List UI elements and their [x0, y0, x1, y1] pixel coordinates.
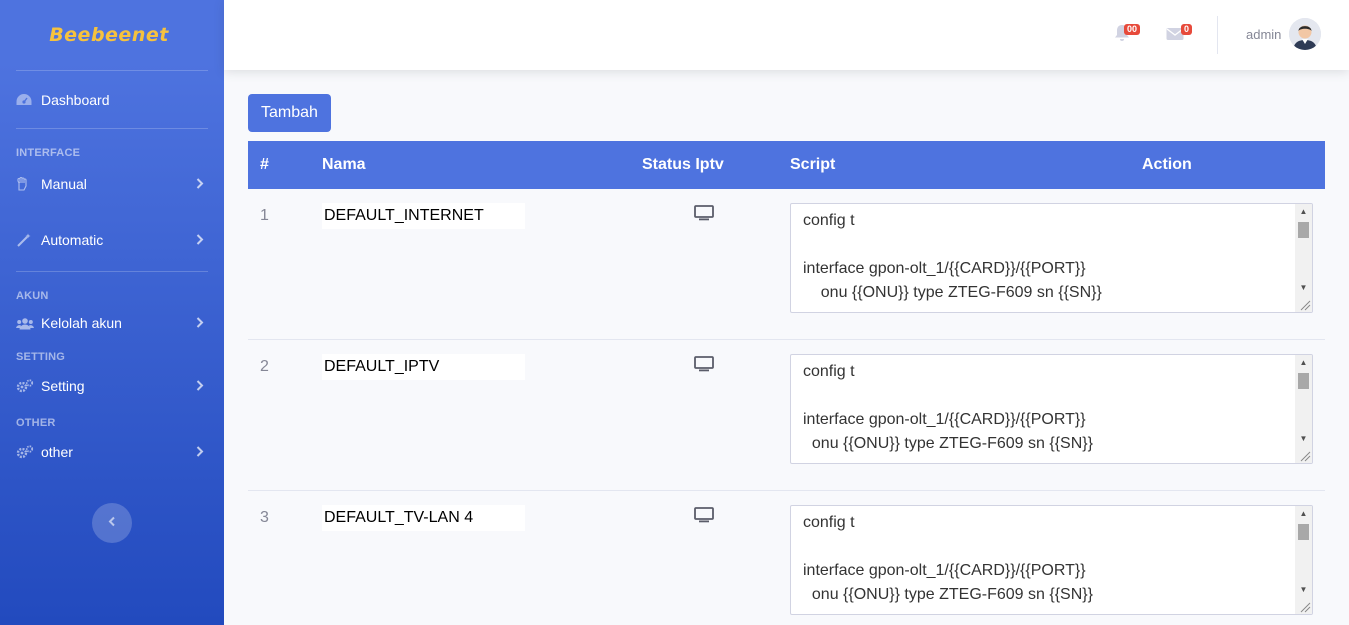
scrollbar[interactable]: ▲ ▼ [1295, 204, 1312, 312]
user-menu[interactable]: admin [1246, 18, 1322, 50]
scrollbar[interactable]: ▲ ▼ [1295, 355, 1312, 463]
sidebar-item-label: Kelolah akun [41, 315, 122, 331]
chevron-right-icon [196, 315, 204, 331]
sidebar-divider [16, 271, 208, 272]
row-number: 3 [260, 509, 269, 526]
sidebar-item-other[interactable]: other [0, 429, 224, 475]
sidebar-item-kelolah-akun[interactable]: Kelolah akun [0, 302, 224, 344]
script-textarea[interactable]: config t interface gpon-olt_1/{{CARD}}/{… [790, 354, 1313, 464]
chevron-right-icon [196, 176, 204, 192]
sidebar-item-label: Manual [41, 176, 87, 192]
column-header-status-iptv: Status Iptv [642, 156, 724, 173]
alerts-count-badge: 00 [1124, 24, 1141, 35]
tv-icon [694, 507, 714, 528]
sidebar-item-automatic[interactable]: Automatic [0, 209, 224, 271]
scrollbar-thumb[interactable] [1298, 222, 1309, 238]
chevron-right-icon [196, 444, 204, 460]
nama-input[interactable] [322, 354, 525, 380]
script-textarea[interactable]: config t interface gpon-olt_1/{{CARD}}/{… [790, 505, 1313, 615]
tv-icon [694, 356, 714, 377]
table-header: # Nama Status Iptv Script Action [248, 141, 1325, 189]
sidebar-item-setting[interactable]: Setting [0, 363, 224, 409]
script-text[interactable]: config t interface gpon-olt_1/{{CARD}}/{… [803, 209, 1294, 305]
alerts-button[interactable]: 00 [1114, 24, 1141, 47]
column-header-script: Script [790, 156, 836, 173]
column-header-action: Action [1142, 156, 1192, 173]
script-text[interactable]: config t interface gpon-olt_1/{{CARD}}/{… [803, 360, 1294, 456]
scrollbar-thumb[interactable] [1298, 524, 1309, 540]
chevron-right-icon [196, 378, 204, 394]
scroll-up-icon[interactable]: ▲ [1299, 358, 1308, 367]
table-row: 1 config t interface gpon-olt_1/{{CARD}}… [248, 189, 1325, 340]
messages-count-badge: 0 [1181, 24, 1193, 35]
sidebar-heading-interface: INTERFACE [16, 147, 81, 159]
scrollbar-thumb[interactable] [1298, 373, 1309, 389]
sidebar-heading-setting: SETTING [16, 351, 66, 363]
scroll-down-icon[interactable]: ▼ [1299, 283, 1308, 292]
hand-icon [16, 177, 36, 191]
resize-grip-icon[interactable] [1299, 450, 1311, 462]
sidebar-item-dashboard[interactable]: Dashboard [0, 71, 224, 128]
table-row: 2 config t interface gpon-olt_1/{{CARD}}… [248, 340, 1325, 491]
scroll-up-icon[interactable]: ▲ [1299, 207, 1308, 216]
script-table: # Nama Status Iptv Script Action 1 confi… [248, 141, 1325, 625]
sidebar-item-label: Dashboard [41, 91, 110, 108]
user-name: admin [1246, 26, 1282, 42]
tachometer-icon [16, 93, 36, 107]
add-button[interactable]: Tambah [248, 94, 331, 132]
sidebar-divider [16, 128, 208, 129]
scroll-up-icon[interactable]: ▲ [1299, 509, 1308, 518]
scroll-down-icon[interactable]: ▼ [1299, 585, 1308, 594]
chevron-right-icon [196, 232, 204, 248]
brand[interactable]: Beebeenet [0, 0, 224, 70]
row-number: 2 [260, 358, 269, 375]
sidebar-heading-akun: AKUN [16, 290, 49, 302]
scroll-down-icon[interactable]: ▼ [1299, 434, 1308, 443]
users-icon [16, 317, 36, 330]
sidebar: Beebeenet Dashboard INTERFACE Manual Aut… [0, 0, 224, 625]
script-text[interactable]: config t interface gpon-olt_1/{{CARD}}/{… [803, 511, 1294, 607]
cogs-icon [16, 379, 36, 393]
sidebar-item-label: other [41, 444, 73, 460]
column-header-number: # [260, 156, 269, 173]
sidebar-heading-other: OTHER [16, 417, 56, 429]
nama-input[interactable] [322, 505, 525, 531]
sidebar-item-label: Automatic [41, 232, 104, 248]
topbar-divider [1217, 16, 1218, 54]
avatar [1289, 18, 1322, 50]
table-row: 3 config t interface gpon-olt_1/{{CARD}}… [248, 491, 1325, 625]
resize-grip-icon[interactable] [1299, 299, 1311, 311]
chevron-left-icon [108, 514, 116, 532]
brand-logo-text[interactable]: Beebeenet [49, 24, 169, 46]
tv-icon [694, 205, 714, 226]
magic-wand-icon [16, 233, 36, 247]
scrollbar[interactable]: ▲ ▼ [1295, 506, 1312, 614]
script-textarea[interactable]: config t interface gpon-olt_1/{{CARD}}/{… [790, 203, 1313, 313]
messages-button[interactable]: 0 [1166, 24, 1193, 46]
cogs-icon [16, 445, 36, 459]
resize-grip-icon[interactable] [1299, 601, 1311, 613]
sidebar-toggle-button[interactable] [92, 503, 132, 543]
column-header-nama: Nama [322, 156, 366, 173]
nama-input[interactable] [322, 203, 525, 229]
topbar: 00 0 admin [224, 0, 1349, 70]
sidebar-item-manual[interactable]: Manual [0, 159, 224, 209]
sidebar-item-label: Setting [41, 378, 85, 394]
row-number: 1 [260, 207, 269, 224]
